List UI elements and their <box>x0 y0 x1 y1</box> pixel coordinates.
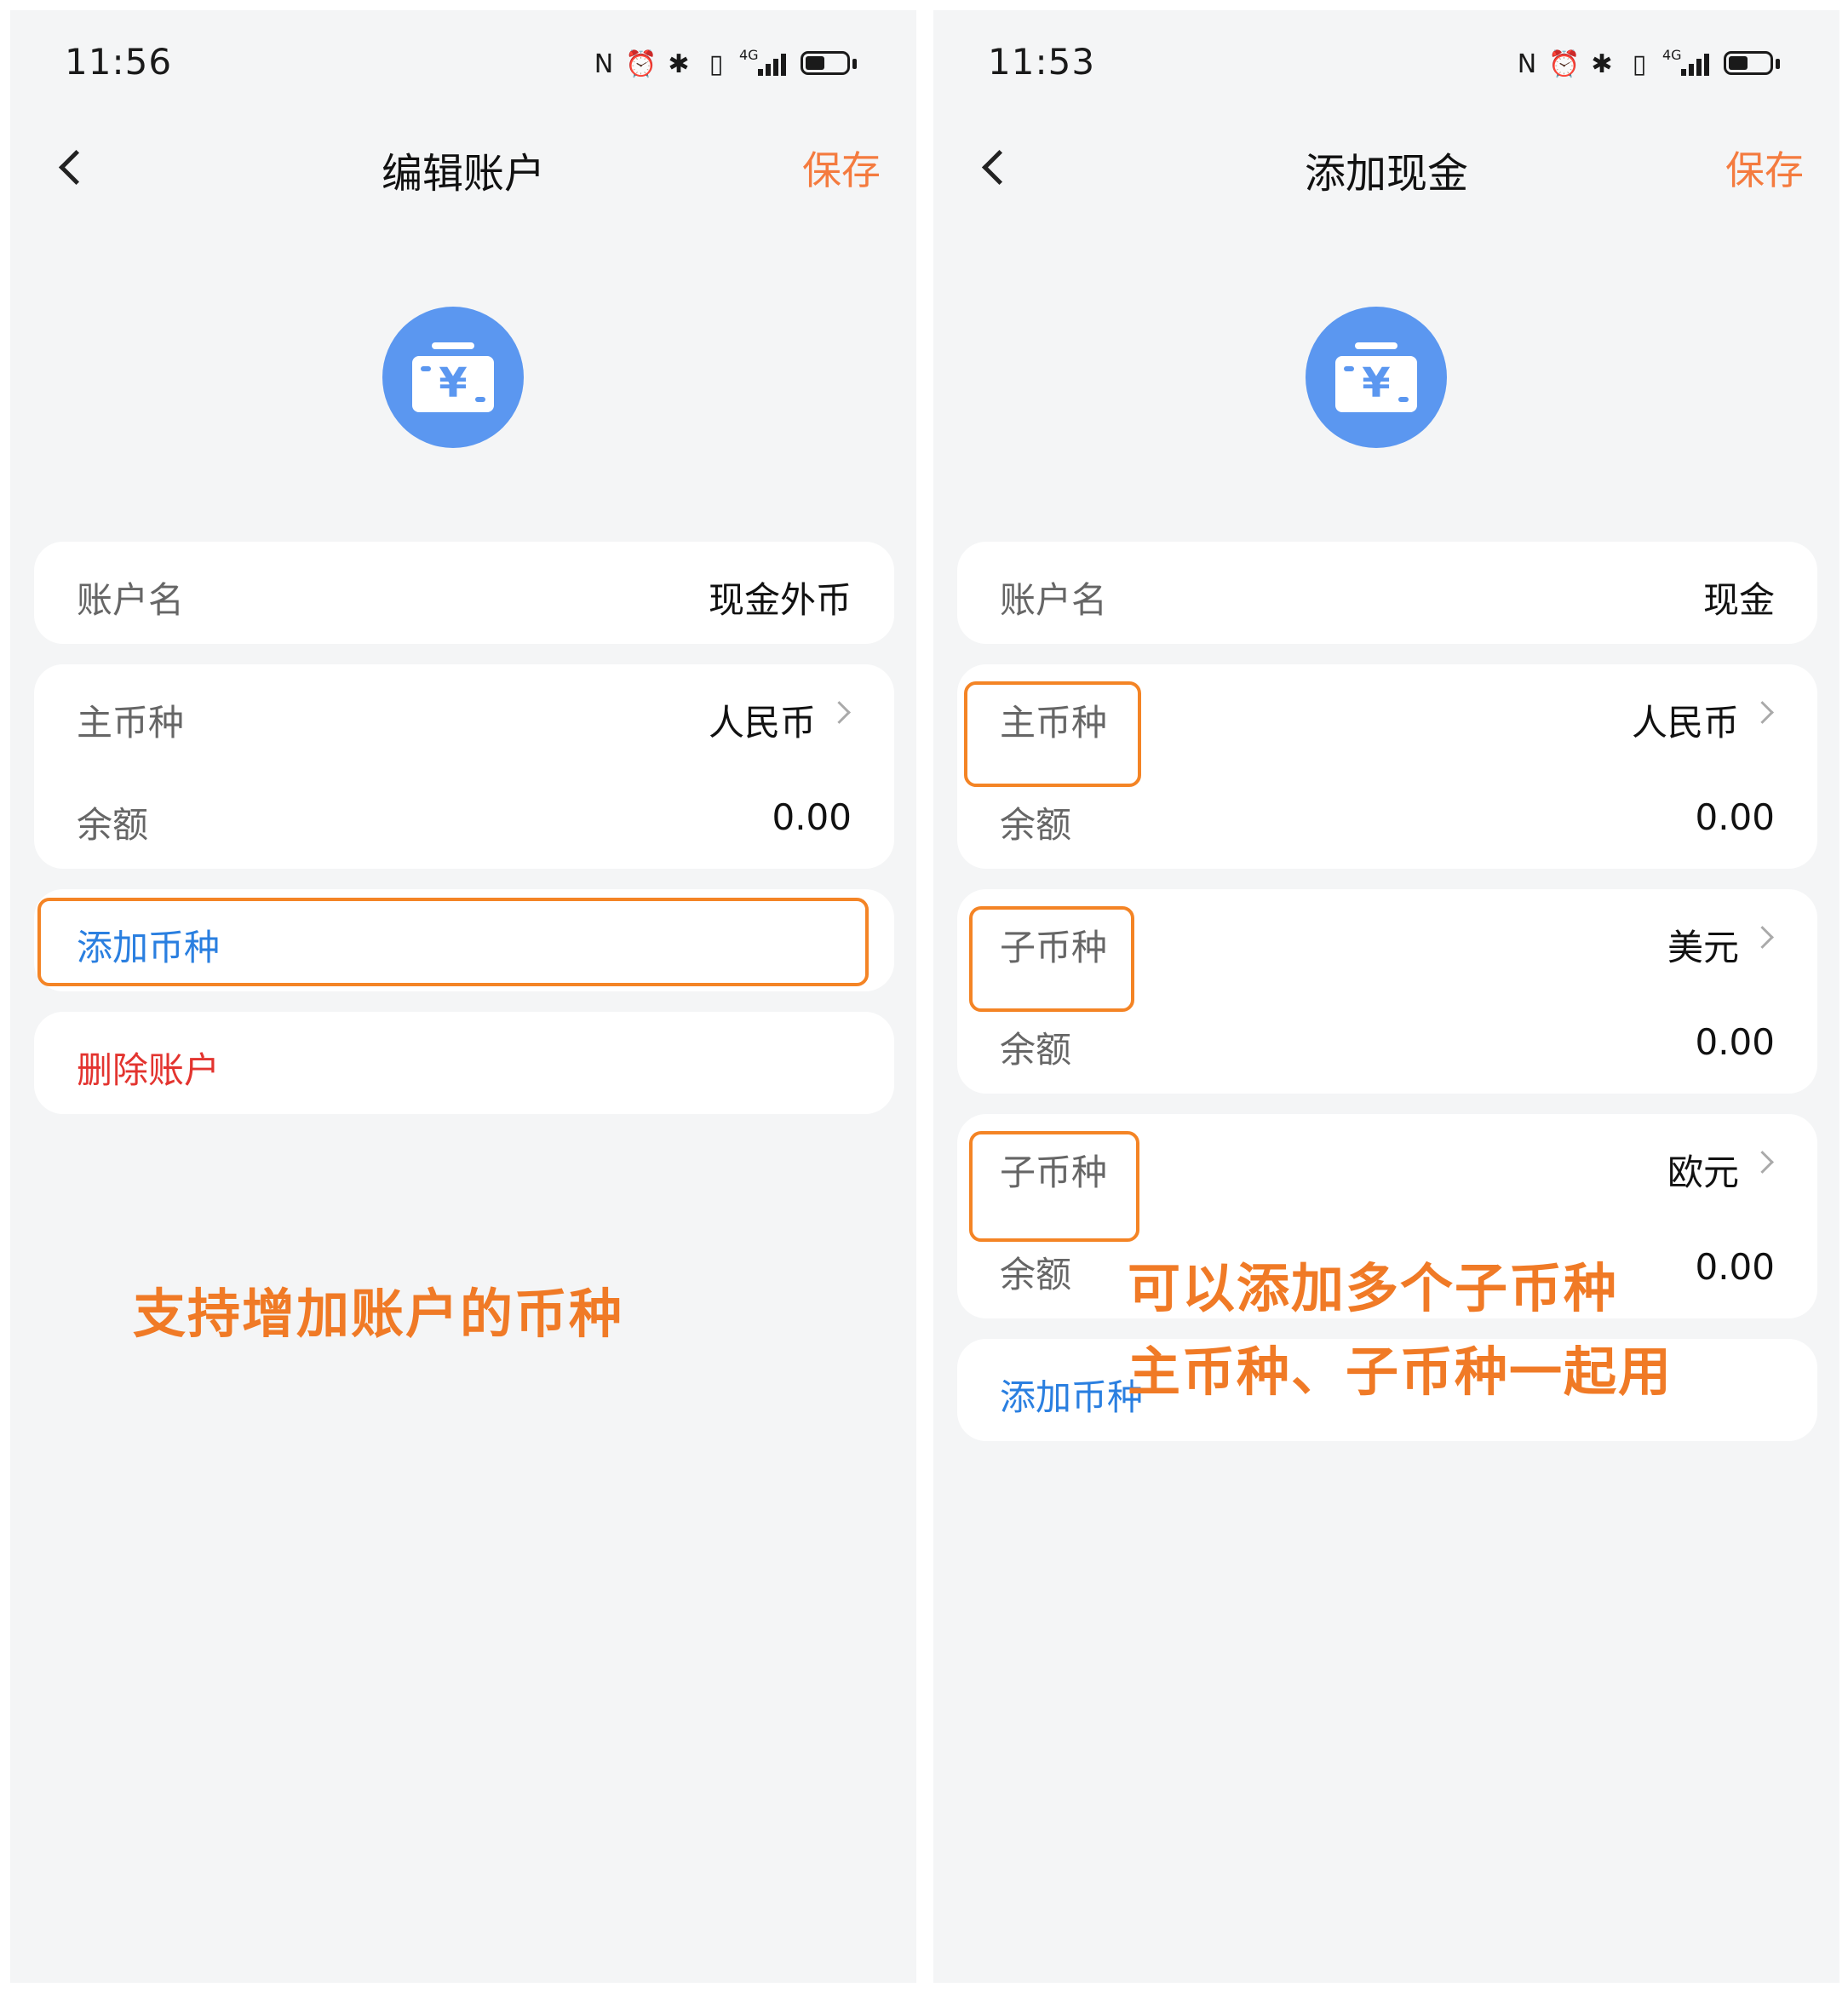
vibrate-icon: ▯ <box>1632 49 1647 79</box>
primary-currency-row[interactable]: 主币种 人民币 <box>34 669 894 762</box>
alarm-icon: ⏰ <box>1548 49 1581 79</box>
battery-icon <box>1724 49 1783 78</box>
nav-bar: 添加现金 保存 <box>933 121 1839 215</box>
account-name-card: 账户名 现金 <box>957 542 1817 644</box>
page-title: 编辑账户 <box>381 150 545 198</box>
account-name-label: 账户名 <box>1000 579 1108 621</box>
status-icons: Ν ⏰ ✱ ▯ 4G <box>589 43 860 85</box>
wallet-yen-icon[interactable]: ¥ <box>382 307 524 448</box>
account-name-value: 现金外币 <box>708 579 852 621</box>
annotation-text: 主币种、子币种一起用 <box>1128 1341 1673 1403</box>
account-name-row[interactable]: 账户名 现金外币 <box>34 546 894 640</box>
alarm-icon: ⏰ <box>625 49 657 79</box>
balance-row[interactable]: 余额 0.00 <box>34 771 894 864</box>
4g-signal-icon: 4G <box>1662 47 1715 79</box>
save-button[interactable]: 保存 <box>802 140 881 196</box>
edit-account-screen: 11:56 Ν ⏰ ✱ ▯ 4G 编辑账户 保存 ¥ 账户名 现金外币 主币种 … <box>10 10 916 1983</box>
add-cash-screen: 11:53 Ν ⏰ ✱ ▯ 4G 添加现金 保存 ¥ 账户名 现金 主币种 人民… <box>933 10 1839 1983</box>
bluetooth-icon: ✱ <box>668 49 690 79</box>
primary-currency-value: 人民币 <box>1631 702 1739 744</box>
balance-label: 余额 <box>1000 1029 1072 1071</box>
balance-label: 余额 <box>1000 1254 1072 1295</box>
status-time: 11:53 <box>988 41 1096 83</box>
balance-value: 0.00 <box>1695 1246 1775 1288</box>
annotation-text: 支持增加账户的币种 <box>133 1283 624 1345</box>
primary-currency-value: 人民币 <box>708 702 816 744</box>
status-time: 11:56 <box>65 41 173 83</box>
account-name-card: 账户名 现金外币 <box>34 542 894 644</box>
account-name-label: 账户名 <box>77 579 185 621</box>
annotation-text: 可以添加多个子币种 <box>1128 1257 1619 1319</box>
chevron-right-icon <box>1751 926 1774 949</box>
balance-label: 余额 <box>77 804 149 846</box>
primary-currency-highlight <box>964 681 1141 787</box>
sub-currency-value: 欧元 <box>1667 1152 1739 1193</box>
account-name-value: 现金 <box>1702 579 1775 621</box>
primary-currency-label: 主币种 <box>77 702 185 744</box>
bluetooth-icon: ✱ <box>1591 49 1613 79</box>
status-bar: 11:56 Ν ⏰ ✱ ▯ 4G <box>10 10 916 112</box>
balance-value: 0.00 <box>1695 1021 1775 1063</box>
nav-bar: 编辑账户 保存 <box>10 121 916 215</box>
account-name-row[interactable]: 账户名 现金 <box>957 546 1817 640</box>
delete-account-label: 删除账户 <box>77 1049 221 1091</box>
chevron-right-icon <box>1751 701 1774 724</box>
add-currency-highlight <box>37 898 869 986</box>
4g-signal-icon: 4G <box>739 47 792 79</box>
sub-currency-value: 美元 <box>1667 927 1739 968</box>
chevron-right-icon <box>1751 1151 1774 1174</box>
add-currency-label: 添加币种 <box>1000 1376 1144 1418</box>
chevron-right-icon <box>828 701 851 724</box>
save-button[interactable]: 保存 <box>1725 140 1804 196</box>
vibrate-icon: ▯ <box>709 49 724 79</box>
balance-label: 余额 <box>1000 804 1072 846</box>
sub-currency-highlight <box>969 906 1134 1012</box>
delete-account-button[interactable]: 删除账户 <box>34 1016 894 1110</box>
status-icons: Ν ⏰ ✱ ▯ 4G <box>1512 43 1783 85</box>
nfc-icon: Ν <box>594 49 614 79</box>
wallet-yen-icon[interactable]: ¥ <box>1306 307 1447 448</box>
status-bar: 11:53 Ν ⏰ ✱ ▯ 4G <box>933 10 1839 112</box>
balance-value: 0.00 <box>772 796 852 838</box>
sub-currency-highlight <box>969 1131 1139 1242</box>
page-title: 添加现金 <box>1304 150 1468 198</box>
balance-value: 0.00 <box>1695 796 1775 838</box>
delete-account-card: 删除账户 <box>34 1012 894 1114</box>
primary-currency-card: 主币种 人民币 余额 0.00 <box>34 664 894 869</box>
battery-icon <box>801 49 860 78</box>
nfc-icon: Ν <box>1517 49 1537 79</box>
